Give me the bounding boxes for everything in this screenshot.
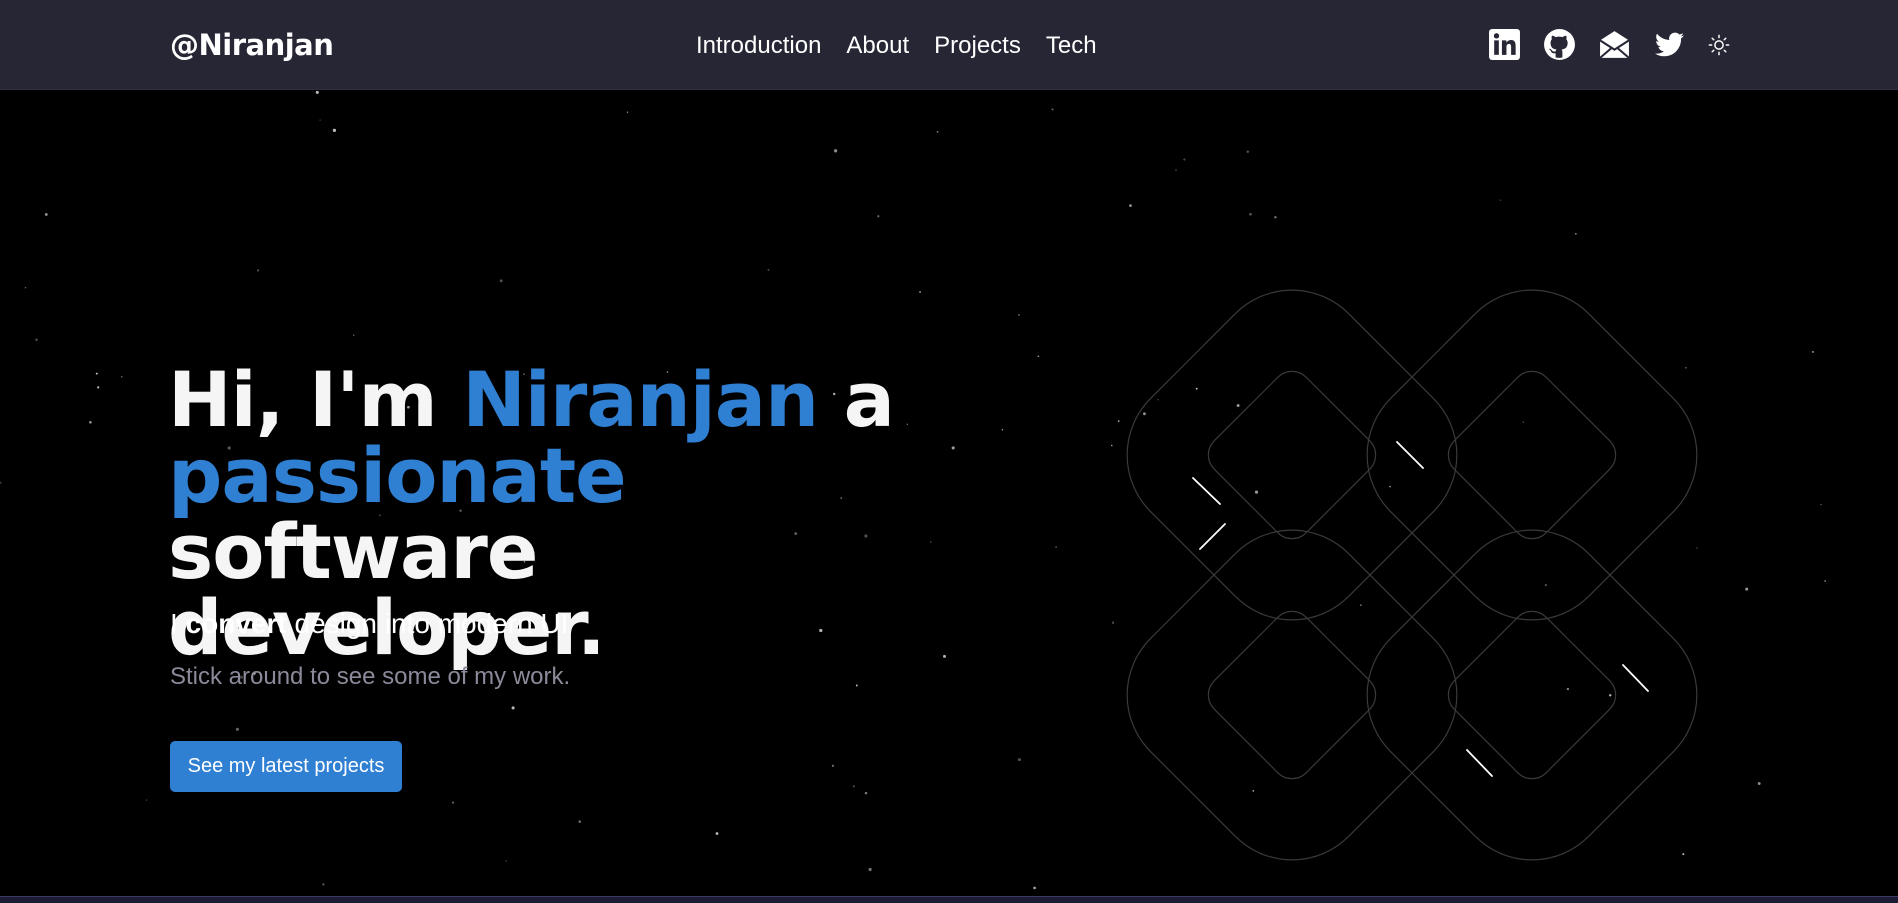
star bbox=[767, 268, 770, 271]
star bbox=[1757, 782, 1761, 785]
interlocking-logo-graphic bbox=[1126, 289, 1698, 861]
hero-tagline: I convert design into modern UI bbox=[170, 608, 568, 640]
star bbox=[235, 727, 239, 731]
star bbox=[1820, 503, 1822, 506]
nav-link-about[interactable]: About bbox=[846, 32, 909, 60]
star bbox=[0, 481, 2, 484]
navbar: @Niranjan Introduction About Projects Te… bbox=[0, 0, 1898, 90]
star bbox=[95, 372, 98, 375]
star bbox=[1051, 108, 1054, 111]
nav-link-introduction[interactable]: Introduction bbox=[696, 32, 821, 60]
star bbox=[1183, 158, 1186, 161]
star bbox=[626, 111, 629, 113]
star bbox=[1246, 150, 1249, 153]
mail-icon[interactable] bbox=[1598, 28, 1631, 61]
star bbox=[322, 883, 325, 886]
headline-article: a bbox=[818, 355, 895, 444]
star bbox=[1499, 199, 1502, 201]
star bbox=[831, 764, 835, 767]
star bbox=[864, 791, 868, 795]
star bbox=[1811, 350, 1814, 353]
star bbox=[145, 799, 148, 801]
star bbox=[868, 867, 872, 872]
star bbox=[1249, 212, 1252, 216]
brand-logo[interactable]: @Niranjan bbox=[170, 28, 334, 62]
github-icon[interactable] bbox=[1543, 28, 1576, 61]
star bbox=[1055, 546, 1057, 548]
twitter-icon[interactable] bbox=[1653, 28, 1686, 61]
star bbox=[1574, 232, 1577, 235]
theme-toggle-sun-icon[interactable] bbox=[1708, 34, 1730, 56]
social-links bbox=[1488, 28, 1752, 61]
star bbox=[332, 128, 337, 133]
star bbox=[1274, 216, 1277, 219]
star bbox=[1017, 758, 1021, 762]
star bbox=[353, 334, 355, 336]
star bbox=[451, 801, 455, 804]
linkedin-icon[interactable] bbox=[1488, 28, 1521, 61]
nav-links: Introduction About Projects Tech bbox=[696, 32, 1122, 60]
tagline-suffix: design into modern UI bbox=[286, 608, 569, 639]
star bbox=[1175, 169, 1177, 171]
star bbox=[97, 386, 100, 389]
nav-link-tech[interactable]: Tech bbox=[1046, 32, 1097, 60]
star bbox=[1033, 886, 1036, 890]
star bbox=[578, 820, 581, 823]
star bbox=[877, 215, 880, 218]
star bbox=[1824, 580, 1827, 582]
nav-link-projects[interactable]: Projects bbox=[934, 32, 1021, 60]
star bbox=[852, 785, 855, 788]
star bbox=[951, 446, 955, 450]
see-projects-button[interactable]: See my latest projects bbox=[170, 741, 402, 792]
star bbox=[943, 654, 946, 658]
tagline-prefix: I bbox=[170, 608, 186, 639]
bottom-section-edge bbox=[0, 896, 1898, 903]
star bbox=[1001, 429, 1004, 431]
star bbox=[319, 119, 321, 121]
star bbox=[1745, 587, 1749, 591]
star bbox=[89, 420, 92, 424]
star bbox=[315, 90, 319, 94]
star bbox=[715, 832, 719, 835]
hero-section: Hi, I'm Niranjan a passionate software d… bbox=[0, 90, 1898, 896]
star bbox=[505, 860, 507, 862]
hero-subtext: Stick around to see some of my work. bbox=[170, 663, 571, 690]
star bbox=[499, 279, 503, 283]
star bbox=[1017, 313, 1020, 316]
star bbox=[855, 684, 858, 687]
star bbox=[44, 213, 48, 216]
star bbox=[930, 541, 932, 543]
star bbox=[1037, 355, 1040, 358]
star bbox=[24, 286, 27, 289]
tagline-bold: convert bbox=[185, 608, 287, 639]
star bbox=[1129, 204, 1132, 207]
star bbox=[35, 338, 38, 341]
star bbox=[919, 290, 922, 294]
star bbox=[511, 706, 515, 710]
star bbox=[833, 149, 838, 153]
star bbox=[257, 269, 260, 272]
star bbox=[120, 375, 123, 378]
star bbox=[936, 130, 939, 133]
